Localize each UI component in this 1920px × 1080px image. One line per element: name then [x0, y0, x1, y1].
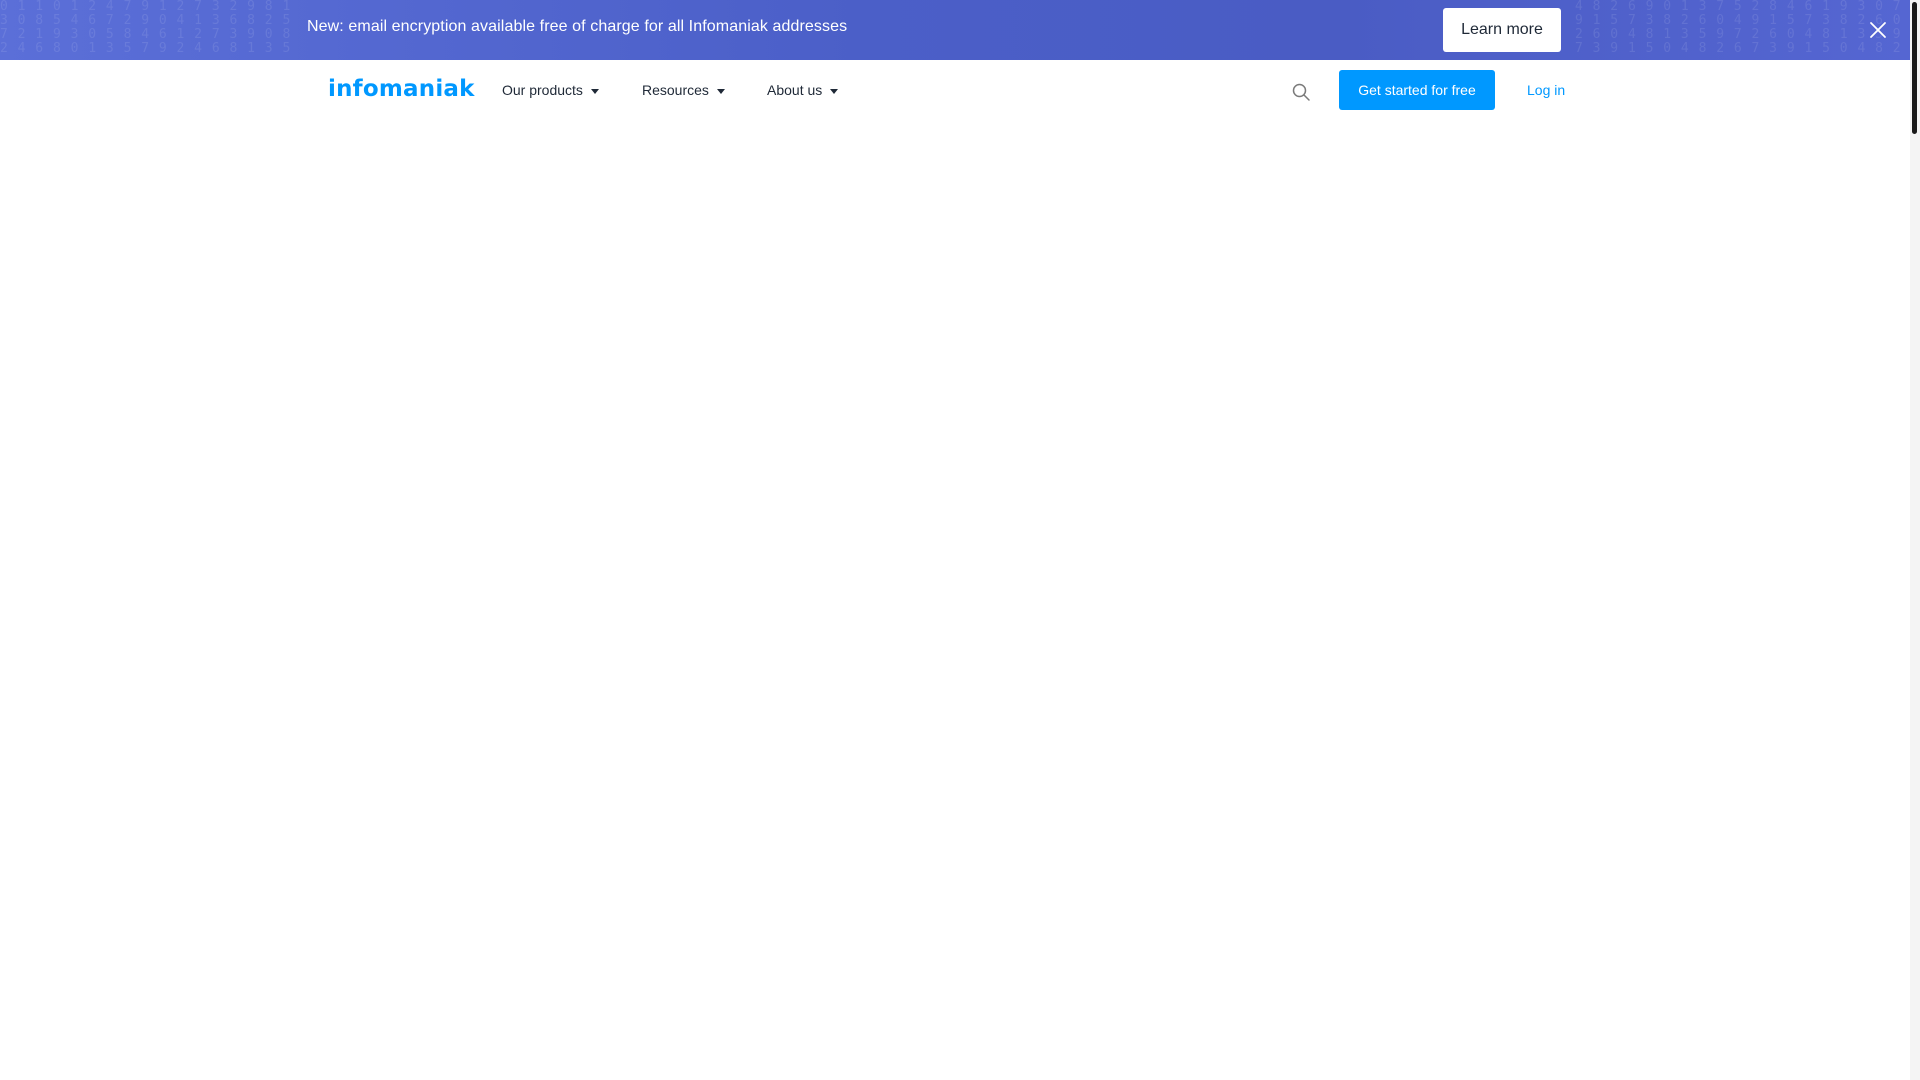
vertical-scrollbar[interactable]: [1910, 0, 1920, 1080]
nav-our-products-label: Our products: [502, 82, 583, 98]
get-started-button[interactable]: Get started for free: [1339, 70, 1495, 110]
scrollbar-thumb[interactable]: [1912, 2, 1917, 134]
banner-decoration-left: 0 1 1 0 1 2 4 7 9 1 2 7 3 2 9 8 1 3 0 8 …: [0, 0, 292, 56]
banner-decoration-right: 4 8 2 6 9 0 1 3 7 5 2 8 4 6 1 9 3 0 7 9 …: [1575, 0, 1902, 56]
nav-about-us-label: About us: [767, 82, 823, 98]
banner-message: New: email encryption available free of …: [307, 18, 848, 35]
announcement-banner: 0 1 1 0 1 2 4 7 9 1 2 7 3 2 9 8 1 3 0 8 …: [0, 0, 1910, 60]
infomaniak-logo[interactable]: infomaniak: [328, 76, 475, 102]
nav-resources[interactable]: Resources: [642, 82, 725, 98]
nav-about-us[interactable]: About us: [767, 82, 839, 98]
nav-resources-label: Resources: [642, 82, 709, 98]
caret-down-icon: [590, 88, 599, 94]
search-icon[interactable]: [1291, 82, 1311, 102]
learn-more-button[interactable]: Learn more: [1443, 8, 1561, 52]
login-link[interactable]: Log in: [1527, 82, 1565, 98]
caret-down-icon: [716, 88, 725, 94]
close-icon[interactable]: [1866, 18, 1890, 42]
nav-our-products[interactable]: Our products: [502, 82, 599, 98]
caret-down-icon: [830, 88, 839, 94]
main-header: infomaniak Our products Resources About …: [0, 60, 1910, 120]
